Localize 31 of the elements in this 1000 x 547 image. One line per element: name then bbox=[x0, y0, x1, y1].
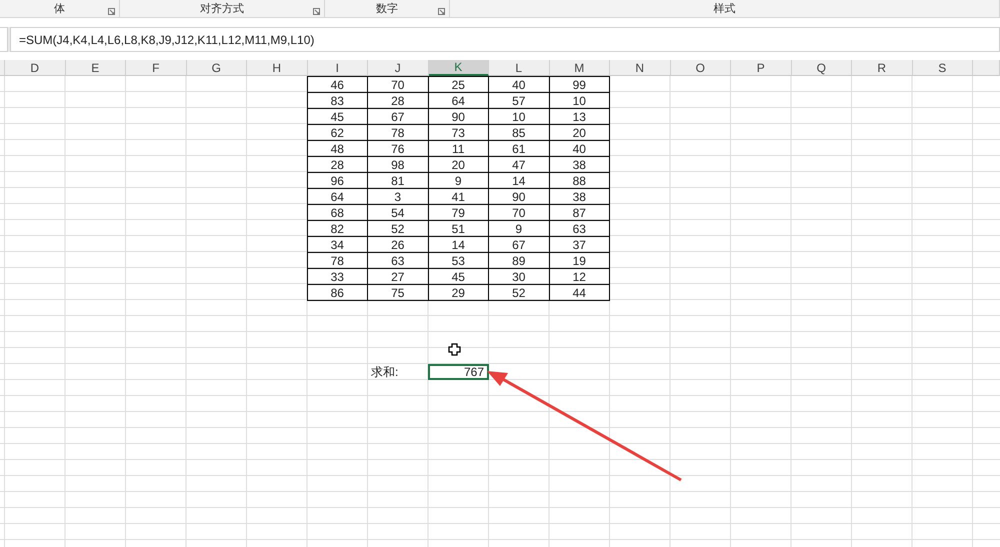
column-header[interactable]: S bbox=[912, 60, 973, 76]
column-header[interactable]: G bbox=[186, 60, 247, 76]
column-header[interactable]: F bbox=[126, 60, 186, 76]
ribbon-group-label: 体 bbox=[54, 2, 65, 16]
column-header[interactable]: R bbox=[852, 60, 912, 76]
column-header[interactable]: P bbox=[731, 60, 792, 76]
ribbon-group-label: 样式 bbox=[714, 2, 736, 16]
column-header[interactable]: Q bbox=[792, 60, 852, 76]
dialog-launcher-icon[interactable] bbox=[313, 8, 320, 15]
column-header[interactable]: O bbox=[670, 60, 731, 76]
sum-label: 求和: bbox=[370, 364, 400, 380]
table-cell: 99 bbox=[548, 76, 610, 93]
column-header[interactable]: H bbox=[247, 60, 308, 76]
column-header[interactable]: L bbox=[489, 60, 550, 76]
table-cell: 86 bbox=[306, 284, 368, 301]
dialog-launcher-icon[interactable] bbox=[438, 8, 445, 15]
column-header[interactable]: D bbox=[5, 60, 66, 76]
column-header[interactable]: J bbox=[368, 60, 428, 76]
column-header[interactable]: N bbox=[610, 60, 670, 76]
ribbon-group-label: 数字 bbox=[376, 2, 398, 16]
sum-cell[interactable]: 767 bbox=[428, 364, 489, 380]
cursor-icon bbox=[448, 343, 461, 356]
dialog-launcher-icon[interactable] bbox=[108, 8, 115, 15]
table-cell: 46 bbox=[306, 76, 368, 93]
column-header[interactable]: M bbox=[550, 60, 610, 76]
column-header[interactable]: E bbox=[66, 60, 126, 76]
ribbon-group-label: 对齐方式 bbox=[200, 2, 244, 16]
table-cell: 44 bbox=[548, 284, 610, 301]
column-header[interactable]: I bbox=[308, 60, 368, 76]
column-header[interactable]: K bbox=[428, 60, 489, 76]
formula-field[interactable]: =SUM(J4,K4,L4,L6,L8,K8,J9,J12,K11,L12,M11,M9,L10) bbox=[10, 27, 1000, 52]
